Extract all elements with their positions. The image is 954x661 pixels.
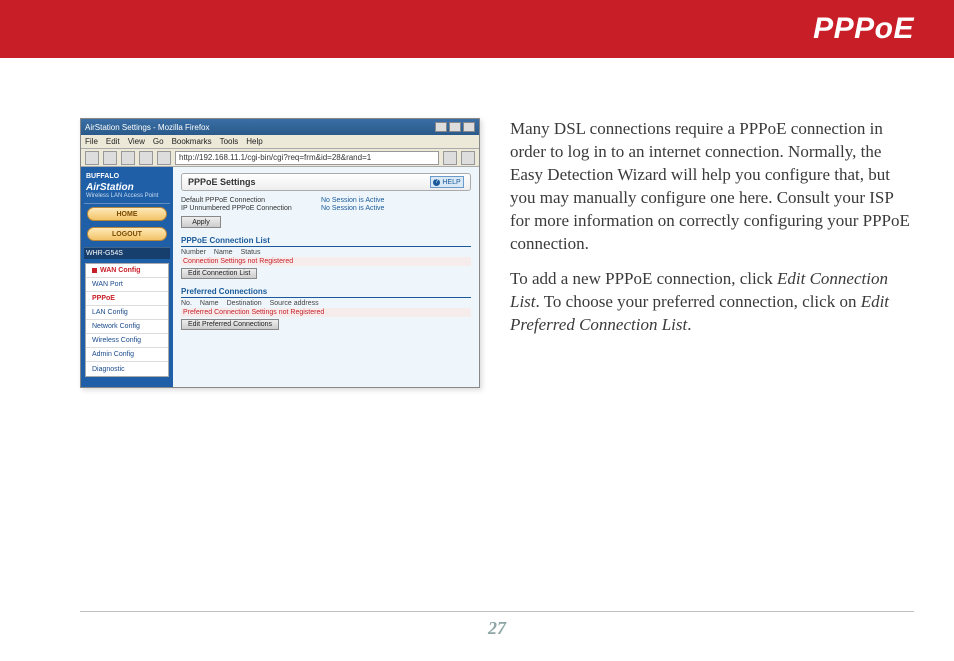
nav-admin-config[interactable]: Admin Config <box>86 348 168 362</box>
panel-title: PPPoE Settings <box>188 177 256 187</box>
home-button[interactable]: HOME <box>87 207 167 221</box>
preferred-title: Preferred Connections <box>181 287 471 298</box>
go-icon[interactable] <box>443 151 457 165</box>
menu-edit[interactable]: Edit <box>106 137 120 146</box>
window-title: AirStation Settings - Mozilla Firefox <box>85 123 210 132</box>
paragraph-1: Many DSL connections require a PPPoE con… <box>510 118 914 256</box>
footer: 27 <box>80 611 914 639</box>
main-panel: PPPoE Settings ? HELP Default PPPoE Conn… <box>173 167 479 387</box>
nav-wan-config[interactable]: WAN Config <box>86 264 168 278</box>
menu-tools[interactable]: Tools <box>220 137 239 146</box>
stop-icon[interactable] <box>139 151 153 165</box>
help-icon: ? <box>433 179 440 186</box>
search-icon[interactable] <box>461 151 475 165</box>
nav-wireless-config[interactable]: Wireless Config <box>86 334 168 348</box>
page-number: 27 <box>488 618 506 638</box>
nav-lan-config[interactable]: LAN Config <box>86 306 168 320</box>
nav-wan-port[interactable]: WAN Port <box>86 278 168 292</box>
nav-network-config[interactable]: Network Config <box>86 320 168 334</box>
status-label: IP Unnumbered PPPoE Connection <box>181 205 321 212</box>
edit-preferred-connections-button[interactable]: Edit Preferred Connections <box>181 319 279 330</box>
menu-view[interactable]: View <box>128 137 145 146</box>
model-label: WHR-G54S <box>84 247 170 259</box>
menubar: File Edit View Go Bookmarks Tools Help <box>81 135 479 149</box>
brand-logo: BUFFALO <box>84 171 170 182</box>
nav-diagnostic[interactable]: Diagnostic <box>86 362 168 376</box>
status-value: No Session is Active <box>321 205 384 212</box>
status-row: Default PPPoE Connection No Session is A… <box>181 197 471 204</box>
page-body: BUFFALO AirStation Wireless LAN Access P… <box>81 167 479 387</box>
col-source: Source address <box>270 300 319 307</box>
col-name: Name <box>200 300 219 307</box>
col-destination: Destination <box>227 300 262 307</box>
col-name: Name <box>214 249 233 256</box>
minimize-icon[interactable] <box>435 122 447 132</box>
logout-button[interactable]: LOGOUT <box>87 227 167 241</box>
back-icon[interactable] <box>85 151 99 165</box>
apply-button[interactable]: Apply <box>181 216 221 228</box>
embedded-screenshot: AirStation Settings - Mozilla Firefox Fi… <box>80 118 480 388</box>
page-title: PPPoE <box>813 12 914 46</box>
menu-file[interactable]: File <box>85 137 98 146</box>
col-status: Status <box>241 249 261 256</box>
menu-bookmarks[interactable]: Bookmarks <box>172 137 212 146</box>
help-label: HELP <box>442 179 460 186</box>
product-subtitle: Wireless LAN Access Point <box>86 193 168 199</box>
status-label: Default PPPoE Connection <box>181 197 321 204</box>
preferred-empty-msg: Preferred Connection Settings not Regist… <box>181 308 471 317</box>
connection-headers: Number Name Status <box>181 249 471 256</box>
maximize-icon[interactable] <box>449 122 461 132</box>
edit-connection-list-button[interactable]: Edit Connection List <box>181 268 257 279</box>
col-number: Number <box>181 249 206 256</box>
reload-icon[interactable] <box>121 151 135 165</box>
preferred-headers: No. Name Destination Source address <box>181 300 471 307</box>
url-text: http://192.168.11.1/cgi-bin/cgi?req=frm&… <box>179 153 371 162</box>
status-value: No Session is Active <box>321 197 384 204</box>
sidebar: BUFFALO AirStation Wireless LAN Access P… <box>81 167 173 387</box>
connection-empty-msg: Connection Settings not Registered <box>181 257 471 266</box>
connection-list-title: PPPoE Connection List <box>181 236 471 247</box>
product-name: AirStation Wireless LAN Access Point <box>84 182 170 204</box>
addressbar: http://192.168.11.1/cgi-bin/cgi?req=frm&… <box>81 149 479 167</box>
home-icon[interactable] <box>157 151 171 165</box>
product-title: AirStation <box>86 182 134 193</box>
text-fragment: To add a new PPPoE connection, click <box>510 269 777 288</box>
panel-header: PPPoE Settings ? HELP <box>181 173 471 191</box>
window-titlebar: AirStation Settings - Mozilla Firefox <box>81 119 479 135</box>
forward-icon[interactable] <box>103 151 117 165</box>
nav-list: WAN Config WAN Port PPPoE LAN Config Net… <box>85 263 169 377</box>
url-input[interactable]: http://192.168.11.1/cgi-bin/cgi?req=frm&… <box>175 151 439 165</box>
bullet-icon <box>92 268 97 273</box>
document-text: Many DSL connections require a PPPoE con… <box>510 118 914 388</box>
paragraph-2: To add a new PPPoE connection, click Edi… <box>510 268 914 337</box>
menu-help[interactable]: Help <box>246 137 262 146</box>
content-area: AirStation Settings - Mozilla Firefox Fi… <box>0 58 954 388</box>
text-fragment: . <box>687 315 691 334</box>
nav-label: WAN Config <box>100 267 140 274</box>
nav-pppoe[interactable]: PPPoE <box>86 292 168 306</box>
header-bar: PPPoE <box>0 0 954 58</box>
window-controls <box>435 122 475 132</box>
close-icon[interactable] <box>463 122 475 132</box>
status-row: IP Unnumbered PPPoE Connection No Sessio… <box>181 205 471 212</box>
col-no: No. <box>181 300 192 307</box>
help-button[interactable]: ? HELP <box>430 176 464 188</box>
menu-go[interactable]: Go <box>153 137 164 146</box>
text-fragment: . To choose your preferred connection, c… <box>536 292 861 311</box>
